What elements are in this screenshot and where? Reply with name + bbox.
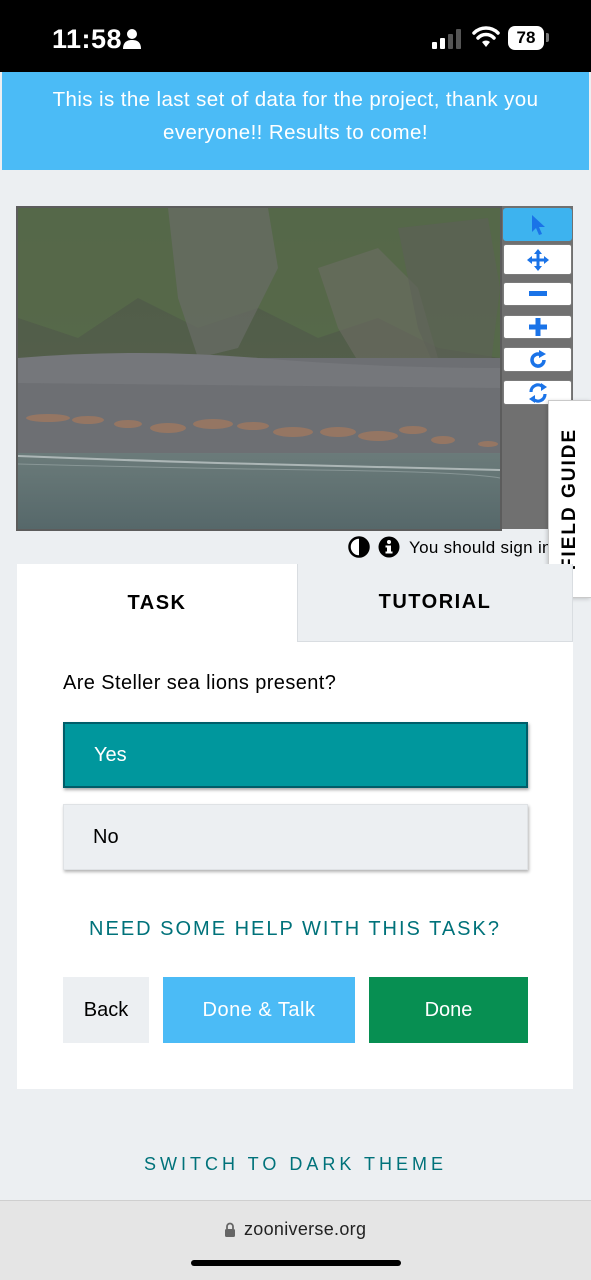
answer-no-button[interactable]: No xyxy=(63,804,528,870)
battery-icon: 78 xyxy=(508,26,544,50)
done-and-talk-button[interactable]: Done & Talk xyxy=(163,977,355,1043)
move-icon xyxy=(526,248,549,271)
pointer-icon xyxy=(531,214,545,235)
field-guide-label: FIELD GUIDE xyxy=(559,427,580,571)
zoom-out-tool-button[interactable] xyxy=(503,282,572,306)
answer-yes-button[interactable]: Yes xyxy=(63,722,528,788)
subject-image[interactable] xyxy=(16,206,502,531)
sign-in-notice: You should sign in xyxy=(409,538,548,557)
tab-task[interactable]: TASK xyxy=(17,564,297,642)
tab-tutorial[interactable]: TUTORIAL xyxy=(297,564,573,642)
lock-icon xyxy=(225,1222,235,1237)
person-icon xyxy=(123,29,141,49)
done-button[interactable]: Done xyxy=(369,977,528,1043)
zoom-in-tool-button[interactable] xyxy=(503,315,572,339)
rotate-icon xyxy=(529,349,546,368)
answer-no-label: No xyxy=(93,825,119,848)
browser-address-bar[interactable] xyxy=(0,1200,591,1280)
pointer-tool-button[interactable] xyxy=(503,208,572,241)
cellular-signal-icon xyxy=(432,29,461,49)
answer-yes-label: Yes xyxy=(94,743,127,766)
home-indicator xyxy=(191,1260,401,1266)
zoom-in-icon xyxy=(528,318,547,336)
reset-icon xyxy=(528,382,547,403)
info-icon[interactable] xyxy=(378,536,400,558)
url-text[interactable]: zooniverse.org xyxy=(244,1219,366,1240)
contrast-icon[interactable] xyxy=(348,536,370,558)
announcement-banner: This is the last set of data for the pro… xyxy=(2,72,589,170)
move-tool-button[interactable] xyxy=(503,244,572,275)
status-time: 11:58 xyxy=(52,24,123,54)
task-help-link[interactable]: NEED SOME HELP WITH THIS TASK? xyxy=(17,918,573,941)
wifi-icon xyxy=(472,26,500,47)
battery-nub xyxy=(546,33,549,42)
task-question: Are Steller sea lions present? xyxy=(63,672,337,694)
zoom-out-icon xyxy=(528,291,547,296)
switch-theme-link[interactable]: SWITCH TO DARK THEME xyxy=(0,1154,591,1175)
rotate-tool-button[interactable] xyxy=(503,347,572,372)
back-button[interactable]: Back xyxy=(63,977,149,1043)
task-panel: TASK TUTORIAL Are Steller sea lions pres… xyxy=(17,564,573,1089)
